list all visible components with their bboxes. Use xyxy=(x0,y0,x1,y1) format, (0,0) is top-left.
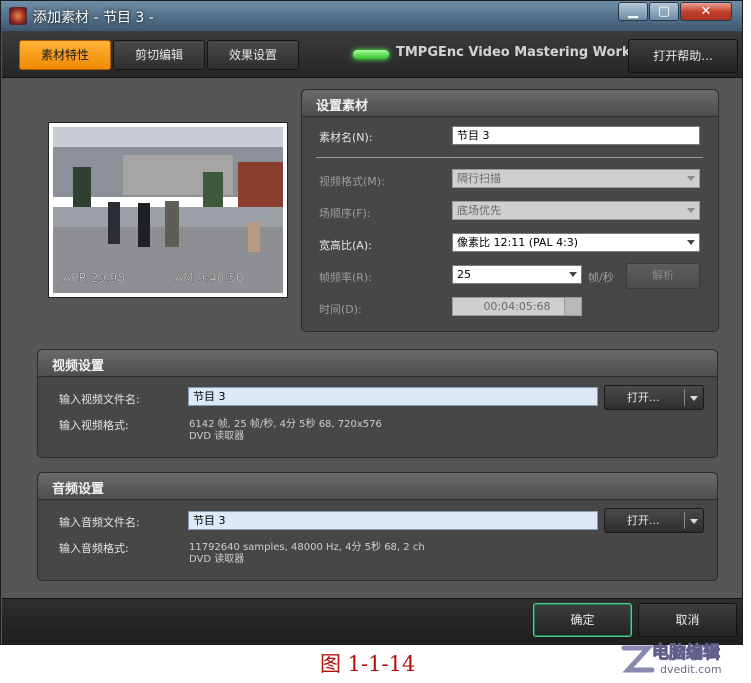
video-format-label: 视频格式(M): xyxy=(319,175,385,188)
ok-button[interactable]: 确定 xyxy=(533,603,632,637)
minimize-button[interactable]: ▁ xyxy=(618,2,648,21)
field-order-label: 场顺序(F): xyxy=(319,207,371,220)
video-format-value: 隔行扫描 xyxy=(457,172,501,185)
window-title: 添加素材 - 节目 3 - xyxy=(33,10,154,26)
figure-caption: 图 1-1-14 xyxy=(320,652,416,676)
video-format-info-label: 输入视频格式: xyxy=(59,419,129,432)
video-format-info: 6142 帧, 25 帧/秒, 4分 5秒 68, 720x576 DVD 读取… xyxy=(189,419,382,443)
audio-open-label: 打开... xyxy=(627,514,660,527)
video-format-line-2: DVD 读取器 xyxy=(189,431,245,442)
video-preview: APR 29.98 AM 9:40:50 xyxy=(53,127,283,293)
frame-rate-value: 25 xyxy=(457,268,471,281)
frame-rate-label: 帧频率(R): xyxy=(319,271,372,284)
duration-input[interactable]: 00:04:05:68 xyxy=(452,297,582,316)
aspect-ratio-value: 像素比 12:11 (PAL 4:3) xyxy=(457,236,579,249)
video-open-label: 打开... xyxy=(627,391,660,404)
video-file-label: 输入视频文件名: xyxy=(59,393,140,406)
video-preview-frame: APR 29.98 AM 9:40:50 xyxy=(48,122,288,298)
preview-time-stamp: AM 9:40:50 xyxy=(175,271,244,285)
tab-cut-edit[interactable]: 剪切编辑 xyxy=(113,40,205,70)
watermark: 电脑编辑 dvedit.com xyxy=(616,636,744,680)
audio-file-input[interactable]: 节目 3 xyxy=(188,511,598,530)
preview-image: APR 29.98 AM 9:40:50 xyxy=(53,127,283,293)
chevron-down-icon[interactable] xyxy=(690,396,698,401)
audio-format-info-label: 输入音频格式: xyxy=(59,542,129,555)
add-clip-window: 添加素材 - 节目 3 - ▁ ▢ ✕ 素材特性 剪切编辑 效果设置 TMPGE… xyxy=(0,0,743,645)
cancel-button[interactable]: 取消 xyxy=(638,603,737,637)
field-order-select[interactable]: 底场优先 xyxy=(452,201,700,220)
analyze-button[interactable]: 解析 xyxy=(626,263,700,289)
audio-format-line-1: 11792640 samples, 48000 Hz, 4分 5秒 68, 2 … xyxy=(189,542,425,553)
audio-open-button[interactable]: 打开... xyxy=(604,508,704,533)
divider xyxy=(316,157,703,158)
tab-clip-properties[interactable]: 素材特性 xyxy=(19,40,111,70)
duration-value: 00:04:05:68 xyxy=(483,300,551,313)
field-order-value: 底场优先 xyxy=(457,204,501,217)
clip-name-label: 素材名(N): xyxy=(319,131,373,144)
audio-file-label: 输入音频文件名: xyxy=(59,516,140,529)
watermark-text: 电脑编辑 xyxy=(652,643,721,664)
video-file-input[interactable]: 节目 3 xyxy=(188,387,598,406)
audio-format-line-2: DVD 读取器 xyxy=(189,554,245,565)
preview-date-stamp: APR 29.98 xyxy=(63,271,125,285)
top-toolbar: 素材特性 剪切编辑 效果设置 TMPGEnc Video Mastering W… xyxy=(2,31,742,78)
video-format-select[interactable]: 隔行扫描 xyxy=(452,169,700,188)
clip-settings-title: 设置素材 xyxy=(316,99,369,114)
frame-rate-combobox[interactable]: 25 xyxy=(452,265,582,284)
video-format-line-1: 6142 帧, 25 帧/秒, 4分 5秒 68, 720x576 xyxy=(189,419,382,430)
video-open-button[interactable]: 打开... xyxy=(604,385,704,410)
duration-label: 时间(D): xyxy=(319,303,362,316)
tab-filter-settings[interactable]: 效果设置 xyxy=(207,40,299,70)
duration-stepper[interactable] xyxy=(564,298,581,315)
chevron-down-icon xyxy=(569,272,577,277)
chevron-down-icon xyxy=(687,208,695,213)
status-led-icon xyxy=(353,50,389,59)
app-icon xyxy=(9,7,27,25)
aspect-ratio-label: 宽高比(A): xyxy=(319,239,372,252)
close-button[interactable]: ✕ xyxy=(680,2,732,21)
chevron-down-icon xyxy=(687,176,695,181)
watermark-url: dvedit.com xyxy=(660,663,722,676)
audio-format-info: 11792640 samples, 48000 Hz, 4分 5秒 68, 2 … xyxy=(189,542,425,566)
chevron-down-icon[interactable] xyxy=(690,519,698,524)
frame-rate-unit: 帧/秒 xyxy=(588,271,614,284)
audio-settings-title: 音频设置 xyxy=(52,482,105,497)
open-help-button[interactable]: 打开帮助... xyxy=(628,39,738,73)
product-brand: TMPGEnc Video Mastering Works 5 xyxy=(396,45,652,60)
video-settings-title: 视频设置 xyxy=(52,359,105,374)
title-bar: 添加素材 - 节目 3 - ▁ ▢ ✕ xyxy=(1,1,742,31)
maximize-button[interactable]: ▢ xyxy=(649,2,679,21)
clip-name-input[interactable]: 节目 3 xyxy=(452,126,700,145)
chevron-down-icon xyxy=(687,240,695,245)
aspect-ratio-select[interactable]: 像素比 12:11 (PAL 4:3) xyxy=(452,233,700,252)
